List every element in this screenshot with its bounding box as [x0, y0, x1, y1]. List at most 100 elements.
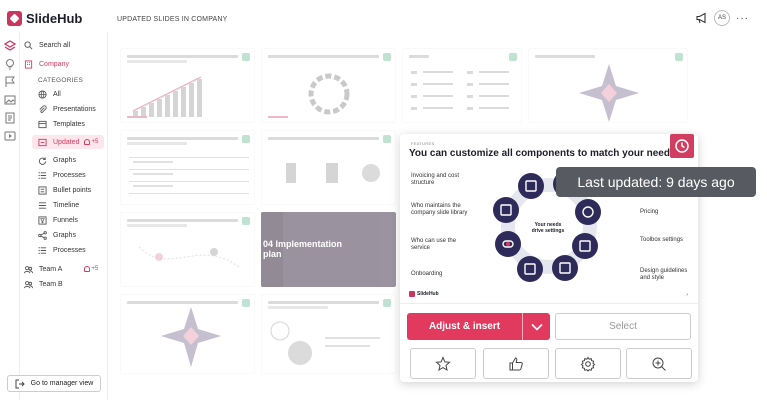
manager-view-button[interactable]: Go to manager view	[7, 375, 101, 392]
category-label: Updated	[53, 138, 80, 146]
flag-icon[interactable]	[4, 76, 16, 88]
template-icon	[38, 120, 47, 128]
select-button[interactable]: Select	[555, 313, 691, 340]
layers-icon[interactable]	[4, 40, 16, 52]
category-graphs-2[interactable]: Graphs	[38, 228, 76, 242]
company-label: Company	[39, 60, 69, 68]
left-label-1: Invoicing and cost structure	[411, 173, 460, 186]
check-icon	[383, 299, 391, 307]
team-icon	[24, 280, 33, 288]
category-bullet-points[interactable]: Bullet points	[38, 183, 91, 197]
megaphone-icon[interactable]	[696, 12, 708, 24]
dark-thumbnail-heading: 04 Implementation plan	[263, 239, 343, 259]
category-all[interactable]: All	[38, 87, 61, 101]
profile-thumbnail	[270, 321, 380, 365]
slide-thumbnail[interactable]	[120, 48, 255, 123]
search-all-item[interactable]: Search all	[24, 38, 70, 52]
categories-heading: CATEGORIES	[38, 77, 84, 84]
category-label: Templates	[53, 120, 85, 128]
team-a-item[interactable]: Team A +5	[24, 262, 98, 276]
search-all-label: Search all	[39, 41, 71, 49]
category-timeline[interactable]: Timeline	[38, 198, 79, 212]
updated-badge-count: +5	[91, 139, 99, 145]
favorite-button[interactable]	[410, 348, 476, 379]
left-label-2: Who maintains the company slide library	[411, 203, 468, 216]
bullets-icon	[38, 185, 47, 195]
check-icon	[383, 135, 391, 143]
adjust-insert-button[interactable]: Adjust & insert	[407, 313, 550, 340]
diagram-center-text: Your needs drive settings	[531, 222, 565, 234]
header-actions: AS ···	[696, 10, 749, 26]
avatar[interactable]: AS	[714, 10, 730, 26]
slide-thumbnail[interactable]	[120, 294, 255, 374]
settings-button[interactable]	[555, 348, 621, 379]
check-icon	[383, 53, 391, 61]
thumbnail-title-line	[535, 55, 595, 58]
timeline-icon	[38, 201, 47, 209]
exit-icon	[15, 379, 25, 388]
video-icon[interactable]	[4, 130, 16, 142]
category-label: Processes	[53, 171, 86, 179]
category-processes-2[interactable]: Processes	[38, 243, 86, 257]
chevron-down-icon	[530, 323, 543, 331]
bell-icon	[84, 139, 91, 145]
network-icon	[38, 230, 47, 240]
category-graphs[interactable]: Graphs	[38, 153, 76, 167]
slide-thumbnail[interactable]	[261, 48, 396, 123]
zoom-in-icon	[652, 357, 666, 371]
more-options-icon[interactable]: ···	[736, 13, 749, 24]
left-label-3: Who can use the service	[411, 238, 457, 251]
category-updated[interactable]: Updated +5	[38, 135, 98, 149]
category-processes[interactable]: Processes	[38, 168, 86, 182]
last-updated-button[interactable]	[670, 134, 694, 158]
category-label: Graphs	[53, 156, 76, 164]
lightbulb-icon[interactable]	[4, 58, 16, 70]
slide-thumbnail[interactable]	[402, 48, 522, 123]
category-templates[interactable]: Templates	[38, 117, 85, 131]
slide-footer-logo: SlideHub	[409, 291, 439, 297]
button-separator	[522, 313, 523, 340]
slide-thumbnail[interactable]	[120, 130, 255, 205]
agenda-thumbnail	[411, 71, 509, 110]
gear-icon	[580, 356, 596, 372]
page-title: UPDATED SLIDES IN COMPANY	[117, 16, 228, 23]
team-b-item[interactable]: Team B	[24, 277, 63, 291]
thumbnail-subtitle-line	[127, 224, 187, 227]
funnel-icon	[38, 215, 47, 225]
slide-thumbnail[interactable]	[528, 48, 688, 123]
logo-icon	[409, 291, 415, 297]
slide-preview[interactable]: FEATURES You can customize all component…	[400, 134, 698, 304]
updated-badge: +5	[84, 139, 98, 145]
app-root: SlideHub Search all Company CATEGORIES A…	[0, 0, 767, 400]
timeline-thumbnail	[138, 246, 240, 268]
slidehub-logo[interactable]: SlideHub	[7, 9, 82, 27]
company-item[interactable]: Company	[24, 57, 69, 71]
image-icon[interactable]	[4, 94, 16, 106]
slide-thumbnail-dark[interactable]: 04 Implementation plan	[261, 212, 396, 287]
document-icon[interactable]	[4, 112, 16, 124]
category-presentations[interactable]: Presentations	[38, 102, 96, 116]
icons-thumbnail	[286, 163, 380, 183]
slide-thumbnail[interactable]	[261, 130, 396, 205]
updated-icon	[38, 138, 47, 146]
category-label: Presentations	[53, 105, 96, 113]
globe-icon	[38, 89, 47, 99]
slide-thumbnail[interactable]	[261, 294, 396, 374]
zoom-button[interactable]	[626, 348, 692, 379]
slide-tag: FEATURES	[411, 141, 435, 146]
category-funnels[interactable]: Funnels	[38, 213, 78, 227]
list-icon	[38, 246, 47, 254]
slide-thumbnail[interactable]	[120, 212, 255, 287]
thumbnail-brand-line	[268, 116, 288, 118]
team-a-badge: +5	[84, 266, 98, 272]
adjust-dropdown-toggle[interactable]	[523, 323, 550, 331]
star-diagram-thumbnail	[161, 307, 221, 367]
thumbnail-title-line	[268, 55, 379, 58]
right-label-2: Toolbox settings	[640, 237, 684, 243]
thumbnail-title-line	[127, 301, 238, 304]
category-label: Timeline	[53, 201, 80, 209]
thumbnail-title-line	[268, 301, 379, 304]
like-button[interactable]	[483, 348, 549, 379]
slide-footer-arrow-icon: ›	[686, 292, 688, 298]
paperclip-icon	[39, 104, 47, 113]
